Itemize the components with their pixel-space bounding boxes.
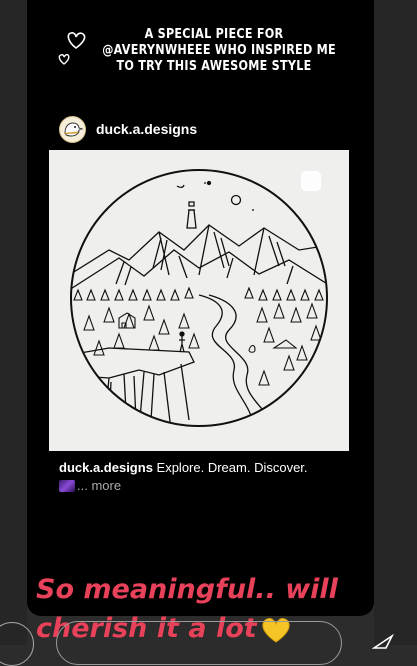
mountain-circle-illustration — [49, 150, 349, 451]
story-header-text: A SPECIAL PIECE FOR @AVERYNWHEEE WHO INS… — [102, 27, 336, 75]
post-username[interactable]: duck.a.designs — [96, 121, 197, 137]
sticker-line-1: So meaningful.. will — [36, 574, 338, 605]
right-strip — [374, 0, 417, 645]
galaxy-emoji — [59, 479, 75, 492]
camera-button[interactable] — [0, 622, 34, 666]
caption-more-row[interactable]: ... more — [59, 478, 121, 493]
caption-text: Explore. Dream. Discover. — [152, 460, 308, 475]
heart-outline-icon — [58, 32, 86, 65]
send-icon[interactable] — [372, 634, 394, 650]
avatar[interactable] — [59, 115, 86, 143]
post-image[interactable] — [49, 150, 349, 451]
header-line-3: TO TRY THIS AWESOME STYLE — [116, 59, 312, 74]
post-account-row[interactable]: duck.a.designs — [59, 115, 197, 143]
header-line-2: @AVERYNWHEEE WHO INSPIRED ME — [102, 43, 336, 58]
left-strip — [0, 0, 27, 645]
caption-username[interactable]: duck.a.designs — [59, 460, 153, 475]
post-caption: duck.a.designs Explore. Dream. Discover. — [59, 459, 349, 477]
duck-logo-icon — [60, 117, 85, 141]
more-link[interactable]: ... more — [77, 478, 121, 493]
reply-input[interactable] — [56, 621, 342, 665]
header-line-1: A SPECIAL PIECE FOR — [144, 27, 284, 42]
select-checkbox[interactable] — [301, 171, 321, 191]
